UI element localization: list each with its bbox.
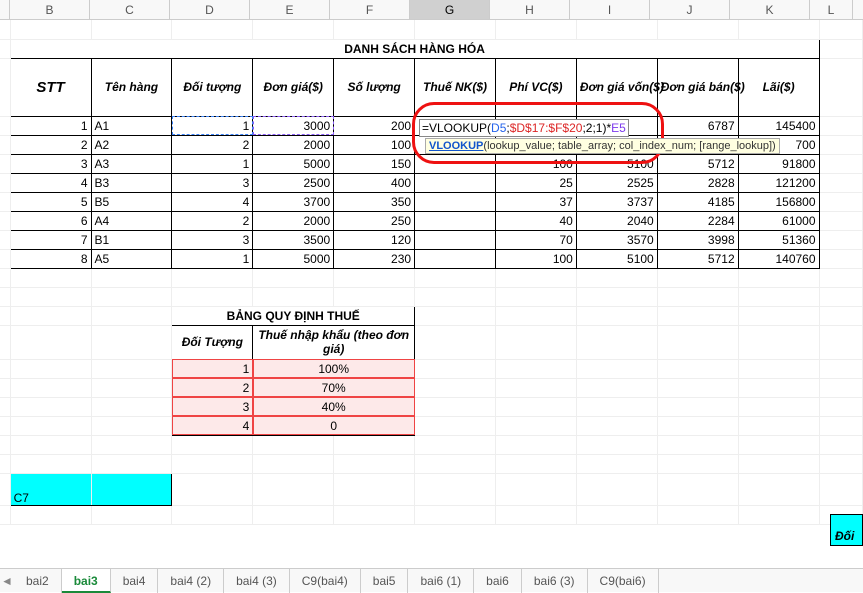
table-row[interactable]: 6A422000250402040228461000 xyxy=(0,211,863,230)
hdr-phivc: Phí VC($) xyxy=(495,58,576,116)
lookup-table-row[interactable]: 340% xyxy=(0,397,863,416)
tooltip-link[interactable]: VLOOKUP xyxy=(429,140,483,152)
hdr-lai: Lãi($) xyxy=(738,58,819,116)
col-E[interactable]: E xyxy=(250,0,330,19)
table-row[interactable]: 5B5437003503737374185156800 xyxy=(0,192,863,211)
table-row[interactable]: 8A51500023010051005712140760 xyxy=(0,249,863,268)
right-cyan-label: Đối tư xyxy=(830,514,863,546)
table-row[interactable]: 4B3325004002525252828121200 xyxy=(0,173,863,192)
sheet-tab[interactable]: bai4 (2) xyxy=(158,569,224,593)
name-box-cell: C7 xyxy=(10,473,91,505)
col-C[interactable]: C xyxy=(90,0,170,19)
hdr-stt: STT xyxy=(10,58,91,116)
sheet-tab-bar: ◄ bai2bai3bai4bai4 (2)bai4 (3)C9(bai4)ba… xyxy=(0,568,863,592)
sheet-tab[interactable]: bai2 xyxy=(14,569,62,593)
hdr-soluong: Số lượng xyxy=(334,58,415,116)
lookup-table-row[interactable]: 1100% xyxy=(0,359,863,378)
formula-ref2: $D$17:$F$20 xyxy=(510,121,583,135)
sheet-tab[interactable]: bai6 xyxy=(474,569,522,593)
table-row[interactable]: 3A3150001501005100571291800 xyxy=(0,154,863,173)
hdr-dongia: Đơn giá($) xyxy=(253,58,334,116)
table2-h2: Thuế nhập khẩu (theo đơn giá) xyxy=(253,325,415,359)
formula-editor[interactable]: =VLOOKUP(D5;$D$17:$F$20;2;1)*E5 xyxy=(419,119,629,137)
lookup-table-row[interactable]: 270% xyxy=(0,378,863,397)
col-J[interactable]: J xyxy=(650,0,730,19)
sheet-tab[interactable]: bai4 (3) xyxy=(224,569,290,593)
sheet-tab[interactable]: C9(bai4) xyxy=(290,569,361,593)
hdr-dgvon: Đơn giá vốn($) xyxy=(576,58,657,116)
sheet-tab[interactable]: C9(bai6) xyxy=(588,569,659,593)
col-L[interactable]: L xyxy=(810,0,853,19)
hdr-thue: Thuế NK($) xyxy=(415,58,496,116)
col-D[interactable]: D xyxy=(170,0,250,19)
hdr-dgban: Đơn giá bán($) xyxy=(657,58,738,116)
col-G[interactable]: G xyxy=(410,0,490,19)
col-B[interactable]: B xyxy=(10,0,90,19)
table-row[interactable]: 7B133500120703570399851360 xyxy=(0,230,863,249)
formula-ref1: D5 xyxy=(491,121,506,135)
sheet-tab[interactable]: bai6 (3) xyxy=(522,569,588,593)
hdr-doituong: Đối tượng xyxy=(172,58,253,116)
lookup-table-row[interactable]: 40 xyxy=(0,416,863,435)
col-H[interactable]: H xyxy=(490,0,570,19)
spreadsheet-grid[interactable]: DANH SÁCH HÀNG HÓA STT Tên hàng Đối tượn… xyxy=(0,20,863,525)
sheet-tab[interactable]: bai5 xyxy=(361,569,409,593)
hdr-ten: Tên hàng xyxy=(91,58,172,116)
col-K[interactable]: K xyxy=(730,0,810,19)
col-F[interactable]: F xyxy=(330,0,410,19)
sheet-tab[interactable]: bai4 xyxy=(111,569,159,593)
sheet-tab[interactable]: bai3 xyxy=(62,569,111,593)
formula-ref3: E5 xyxy=(611,121,626,135)
column-headers: B C D E F G H I J K L xyxy=(0,0,863,20)
sheet-tab[interactable]: bai6 (1) xyxy=(408,569,474,593)
formula-prefix: =VLOOKUP( xyxy=(422,121,491,135)
table2-h1: Đối Tượng xyxy=(172,325,253,359)
col-I[interactable]: I xyxy=(570,0,650,19)
table2-title: BẢNG QUY ĐỊNH THUẾ xyxy=(172,306,415,325)
main-title: DANH SÁCH HÀNG HÓA xyxy=(10,39,819,58)
formula-tooltip: VLOOKUP(lookup_value; table_array; col_i… xyxy=(425,138,780,154)
tab-scroll-left-icon[interactable]: ◄ xyxy=(0,574,14,588)
